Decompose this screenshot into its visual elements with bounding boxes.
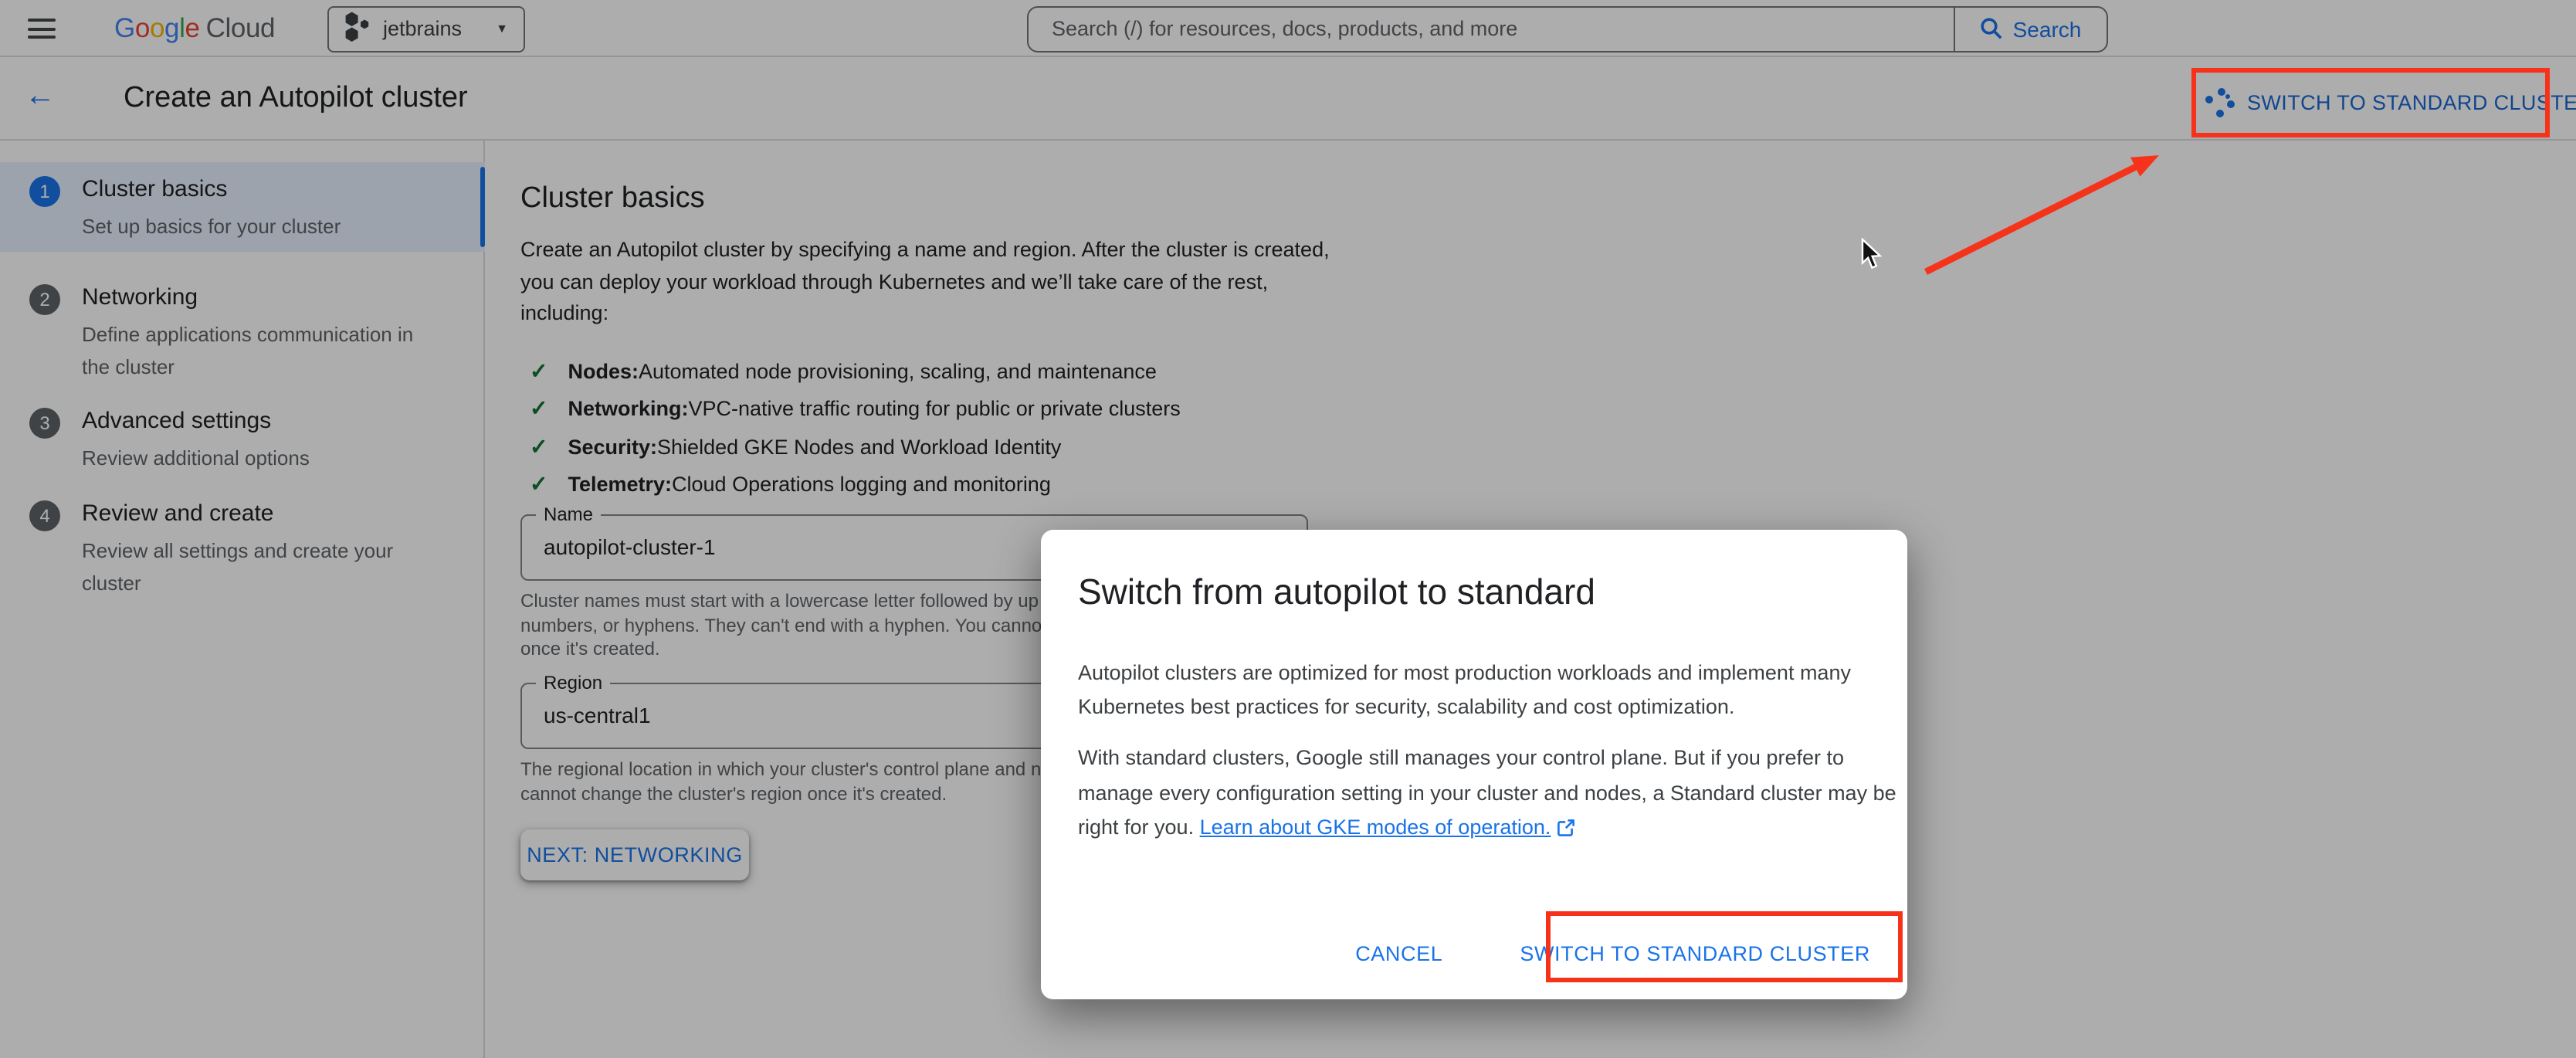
- dialog-actions: CANCEL SWITCH TO STANDARD CLUSTER: [1334, 928, 1892, 979]
- learn-about-gke-modes-link[interactable]: Learn about GKE modes of operation.: [1200, 816, 1551, 839]
- switch-to-standard-cluster-confirm-button[interactable]: SWITCH TO STANDARD CLUSTER: [1498, 928, 1892, 979]
- dialog-paragraph-1: Autopilot clusters are optimized for mos…: [1078, 656, 1851, 723]
- cancel-button[interactable]: CANCEL: [1334, 928, 1464, 979]
- switch-to-standard-dialog: Switch from autopilot to standard Autopi…: [1041, 530, 1907, 999]
- dialog-paragraph-2: With standard clusters, Google still man…: [1078, 741, 1896, 846]
- external-link-icon: [1557, 819, 1575, 836]
- gcp-console-page: Google Cloud ⬢ ⬢ ⬢ jetbrains ▼ Search (/) f…: [0, 0, 2576, 1058]
- dialog-text-line: Autopilot clusters are optimized for mos…: [1078, 661, 1851, 684]
- dialog-title: Switch from autopilot to standard: [1078, 571, 1595, 612]
- dialog-text-line: Kubernetes best practices for security, …: [1078, 694, 1735, 717]
- dialog-text: right for you.: [1078, 816, 1200, 839]
- dialog-text-line: right for you. Learn about GKE modes of …: [1078, 811, 1896, 846]
- dialog-text-line: manage every configuration setting in yo…: [1078, 781, 1896, 804]
- dialog-text-line: With standard clusters, Google still man…: [1078, 746, 1844, 769]
